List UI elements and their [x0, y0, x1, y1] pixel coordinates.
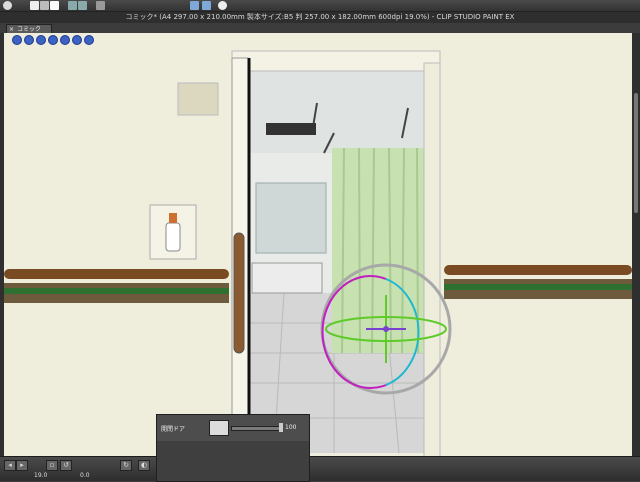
door-frame-top [231, 50, 441, 72]
open-close-slider[interactable] [231, 426, 283, 431]
sanitizer-bottle [165, 222, 181, 252]
palette-header: 開閉ドア 100 [157, 415, 309, 441]
toolbar [0, 0, 640, 12]
status-bar: ◂ ▸ ▫ ↺ ↻ ◐ 19.0 0.0 [0, 456, 640, 481]
undo-icon[interactable] [68, 1, 77, 10]
wall-sign [177, 82, 219, 116]
save-icon[interactable] [50, 1, 59, 10]
vertical-scrollbar[interactable] [632, 33, 640, 456]
angle-value[interactable]: 0.0 [80, 472, 90, 479]
scene-3d[interactable] [4, 33, 632, 456]
rotate-left-button[interactable]: ↺ [60, 460, 72, 471]
bed [251, 262, 323, 294]
eye-icon[interactable] [3, 1, 12, 10]
door-handle [233, 232, 245, 354]
rail-left-stripe [4, 288, 229, 294]
help-icon[interactable] [218, 1, 227, 10]
window [255, 182, 327, 254]
nav-left-button[interactable]: ◂ [4, 460, 16, 471]
object-palette: 開閉ドア 100 [156, 414, 310, 482]
privacy-curtain [332, 148, 427, 353]
scrollbar-thumb[interactable] [634, 93, 638, 213]
nav-right-button[interactable]: ▸ [16, 460, 28, 471]
gizmo-center [383, 326, 389, 332]
rail-right-stripe [444, 284, 632, 290]
door-thumbnail[interactable] [209, 420, 229, 436]
new-icon[interactable] [30, 1, 39, 10]
open-icon[interactable] [40, 1, 49, 10]
slider-knob[interactable] [279, 423, 283, 432]
grid-icon[interactable] [190, 1, 199, 10]
canvas[interactable] [4, 33, 632, 456]
rail-right-wood [444, 265, 632, 275]
flip-button[interactable]: ◐ [138, 460, 150, 471]
window-title: コミック* (A4 297.00 x 210.00mm 製本サイズ:B5 判 2… [0, 12, 640, 23]
zoom-value[interactable]: 19.0 [34, 472, 47, 479]
fit-button[interactable]: ▫ [46, 460, 58, 471]
redo-icon[interactable] [78, 1, 87, 10]
transform-icon[interactable] [96, 1, 105, 10]
rail-left-wood [4, 269, 229, 279]
ceiling-vent [266, 123, 316, 135]
sanitizer-pump [169, 213, 177, 223]
door-frame-right [423, 62, 441, 456]
palette-label: 開閉ドア [161, 426, 186, 433]
slider-value[interactable]: 100 [285, 424, 296, 431]
rotate-right-button[interactable]: ↻ [120, 460, 132, 471]
ruler-icon[interactable] [202, 1, 211, 10]
